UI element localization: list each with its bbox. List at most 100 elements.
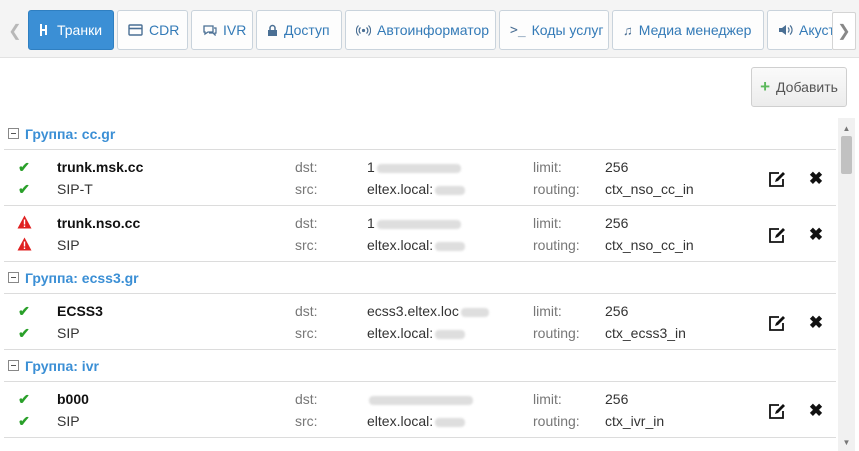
tab-cdr[interactable]: CDR — [117, 10, 188, 50]
limit-label: limit: — [533, 159, 562, 175]
limit-label: limit: — [533, 391, 562, 407]
routing-value: ctx_nso_cc_in — [605, 181, 694, 197]
add-button[interactable]: + Добавить — [751, 67, 847, 107]
group-title: Группа: ecss3.gr — [25, 269, 139, 286]
delete-icon[interactable]: ✖ — [805, 168, 827, 190]
status-ok-icon: ✔ — [18, 159, 30, 175]
routing-label: routing: — [533, 413, 580, 429]
src-label: src: — [295, 325, 318, 341]
collapse-icon[interactable] — [8, 272, 19, 283]
dst-label: dst: — [295, 303, 318, 319]
trunk-protocol: SIP — [57, 325, 80, 341]
src-value: eltex.local: — [367, 237, 466, 253]
edit-icon[interactable] — [766, 312, 788, 334]
scroll-up-icon[interactable]: ▲ — [838, 120, 855, 136]
group-title: Группа: cc.gr — [25, 125, 116, 142]
collapse-icon[interactable] — [8, 128, 19, 139]
tab-label: IVR — [223, 22, 247, 38]
routing-value: ctx_nso_cc_in — [605, 237, 694, 253]
delete-icon[interactable]: ✖ — [805, 312, 827, 334]
table-row[interactable]: trunk.nso.cc dst: 1 limit: 256 SIP src: … — [4, 206, 836, 262]
music-icon: ♫ — [623, 22, 633, 38]
tab-acoustics[interactable]: Акустика — [767, 10, 832, 50]
dst-value — [367, 391, 473, 407]
tab-media-manager[interactable]: ♫ Медиа менеджер — [612, 10, 764, 50]
terminal-icon: >_ — [510, 22, 526, 38]
table-row[interactable]: ✔ ECSS3 dst: ecss3.eltex.loc limit: 256 … — [4, 294, 836, 350]
status-ok-icon: ✔ — [18, 181, 30, 197]
tab-autoinformer[interactable]: Автоинформатор — [345, 10, 496, 50]
trunk-name: trunk.nso.cc — [57, 215, 141, 231]
routing-value: ctx_ecss3_in — [605, 325, 686, 341]
trunk-list: Группа: cc.gr ✔ trunk.msk.cc dst: 1 limi… — [4, 118, 836, 451]
plus-icon: + — [760, 77, 771, 96]
card-icon — [128, 24, 143, 36]
tab-ivr[interactable]: IVR — [191, 10, 253, 50]
tab-access[interactable]: Доступ — [256, 10, 342, 50]
delete-icon[interactable]: ✖ — [805, 224, 827, 246]
status-warning-icon — [16, 215, 32, 232]
routing-label: routing: — [533, 181, 580, 197]
dst-label: dst: — [295, 391, 318, 407]
collapse-icon[interactable] — [8, 360, 19, 371]
tabs: Транки CDR IVR Доступ Автоинформатор >_ … — [28, 10, 832, 50]
edit-icon[interactable] — [766, 168, 788, 190]
dst-label: dst: — [295, 159, 318, 175]
limit-value: 256 — [605, 215, 629, 231]
add-button-label: Добавить — [776, 79, 838, 95]
table-row[interactable]: ✔ b000 dst: limit: 256 ✔ SIP src: eltex.… — [4, 382, 836, 438]
tab-label: Коды услуг — [531, 22, 604, 38]
edit-icon[interactable] — [766, 224, 788, 246]
limit-value: 256 — [605, 303, 629, 319]
trunk-name: b000 — [57, 391, 89, 407]
group-title: Группа: ivr — [25, 357, 99, 374]
tab-label: Медиа менеджер — [638, 22, 752, 38]
edit-icon[interactable] — [766, 400, 788, 422]
delete-icon[interactable]: ✖ — [805, 400, 827, 422]
src-value: eltex.local: — [367, 413, 466, 429]
group-header[interactable]: Группа: ecss3.gr — [4, 262, 836, 294]
limit-value: 256 — [605, 391, 629, 407]
tab-trunks[interactable]: Транки — [28, 10, 114, 50]
tab-label: Автоинформатор — [377, 22, 490, 38]
src-value: eltex.local: — [367, 181, 466, 197]
tab-service-codes[interactable]: >_ Коды услуг — [499, 10, 609, 50]
group-header[interactable]: Группа: ivr — [4, 350, 836, 382]
chat-icon — [202, 24, 217, 36]
tab-label: CDR — [149, 22, 180, 38]
status-ok-icon: ✔ — [18, 413, 30, 429]
src-value: eltex.local: — [367, 325, 466, 341]
scrollbar-thumb[interactable] — [841, 136, 852, 174]
scroll-left-icon[interactable]: ❮ — [4, 12, 26, 50]
tab-label: Акустика — [799, 22, 832, 38]
dst-label: dst: — [295, 215, 318, 231]
src-label: src: — [295, 181, 318, 197]
limit-label: limit: — [533, 215, 562, 231]
trunk-icon — [39, 23, 51, 37]
table-row[interactable]: ✔ trunk.msk.cc dst: 1 limit: 256 ✔ SIP-T… — [4, 150, 836, 206]
trunk-protocol: SIP-T — [57, 181, 93, 197]
routing-label: routing: — [533, 325, 580, 341]
trunk-name: ECSS3 — [57, 303, 103, 319]
status-ok-icon: ✔ — [18, 303, 30, 319]
routing-label: routing: — [533, 237, 580, 253]
scrollbar[interactable]: ▲ ▼ — [838, 118, 855, 451]
tab-bar: ❮ Транки CDR IVR Доступ Автоинформатор >… — [0, 0, 859, 58]
limit-label: limit: — [533, 303, 562, 319]
tab-label: Доступ — [284, 22, 330, 38]
trunk-name: trunk.msk.cc — [57, 159, 144, 175]
tabs-viewport: Транки CDR IVR Доступ Автоинформатор >_ … — [28, 10, 832, 52]
speaker-icon — [778, 24, 793, 36]
tab-label: Транки — [57, 22, 103, 38]
status-ok-icon: ✔ — [18, 391, 30, 407]
src-label: src: — [295, 237, 318, 253]
broadcast-icon — [356, 24, 371, 37]
group-header[interactable]: Группа: cc.gr — [4, 118, 836, 150]
lock-icon — [267, 24, 278, 37]
limit-value: 256 — [605, 159, 629, 175]
scroll-down-icon[interactable]: ▼ — [838, 434, 855, 450]
scroll-right-icon[interactable]: ❯ — [832, 12, 856, 50]
dst-value: 1 — [367, 159, 461, 175]
dst-value: ecss3.eltex.loc — [367, 303, 489, 319]
dst-value: 1 — [367, 215, 461, 231]
